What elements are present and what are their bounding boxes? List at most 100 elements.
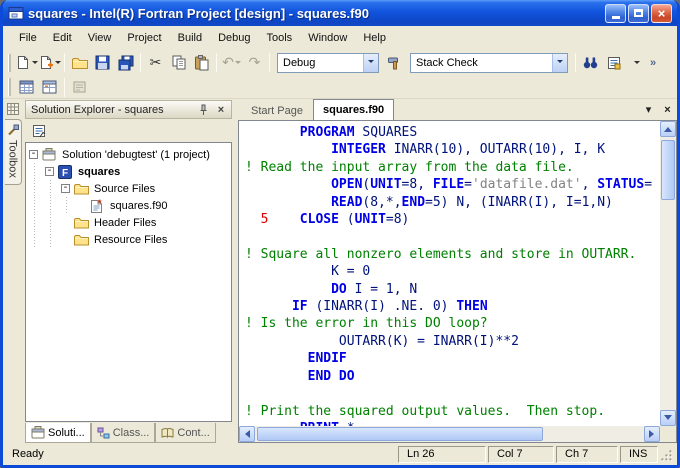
panel-close-button[interactable]: × bbox=[213, 102, 229, 117]
toolbar-options-button[interactable] bbox=[625, 53, 648, 72]
tree-item-label: Resource Files bbox=[92, 234, 169, 246]
code-line: ! Read the input array from the data fil… bbox=[245, 159, 660, 176]
menu-window[interactable]: Window bbox=[300, 29, 355, 47]
scroll-down-icon[interactable] bbox=[660, 410, 676, 426]
combo-dropdown-button[interactable] bbox=[363, 54, 378, 72]
configuration-button[interactable] bbox=[383, 52, 406, 74]
copy-button[interactable] bbox=[167, 52, 190, 74]
scroll-right-icon[interactable] bbox=[644, 426, 660, 442]
close-button[interactable]: × bbox=[651, 4, 672, 23]
code-line bbox=[245, 385, 660, 402]
copy-icon bbox=[171, 55, 187, 70]
vertical-scroll-thumb[interactable] bbox=[661, 140, 675, 200]
solution-explorer-panel: Solution Explorer - squares × -Solution … bbox=[23, 99, 234, 443]
configuration-icon bbox=[387, 55, 403, 70]
tree-item-squares-f90[interactable]: *squares.f90 bbox=[26, 197, 231, 214]
tab-list-button[interactable]: ▾ bbox=[641, 102, 656, 117]
properties-window-button[interactable] bbox=[602, 52, 625, 74]
dropdown-icon bbox=[32, 61, 38, 67]
resize-grip[interactable] bbox=[660, 446, 674, 462]
menu-project[interactable]: Project bbox=[119, 29, 169, 47]
panel-tab-soluti[interactable]: Soluti... bbox=[25, 423, 91, 443]
tab-start-page[interactable]: Start Page bbox=[241, 101, 313, 120]
toolbar-overflow-button[interactable]: » bbox=[648, 57, 658, 69]
dropdown-icon bbox=[55, 61, 61, 67]
folder-icon bbox=[74, 217, 92, 229]
solution-config-value: Debug bbox=[278, 57, 363, 69]
save-icon bbox=[95, 55, 110, 70]
undo-button[interactable]: ↶ bbox=[220, 52, 243, 74]
solution-explorer-tabs: Soluti... Class...Cont... bbox=[25, 422, 232, 443]
disabled-tool-button[interactable] bbox=[68, 76, 91, 98]
code-area[interactable]: PROGRAM SQUARES INTEGER INARR(10), OUTAR… bbox=[239, 121, 660, 426]
expander-icon[interactable]: - bbox=[29, 150, 38, 159]
find-icon bbox=[583, 56, 598, 69]
menu-build[interactable]: Build bbox=[170, 29, 210, 47]
tree-item-label: squares.f90 bbox=[108, 200, 169, 212]
menu-file[interactable]: File bbox=[11, 29, 45, 47]
cut-button[interactable]: ✂ bbox=[144, 52, 167, 74]
open-file-button[interactable] bbox=[68, 52, 91, 74]
code-line: OPEN(UNIT=8, FILE='datafile.dat', STATUS… bbox=[245, 176, 660, 193]
redo-button[interactable]: ↷ bbox=[243, 52, 266, 74]
titlebar[interactable]: squares - Intel(R) Fortran Project [desi… bbox=[3, 0, 677, 26]
scroll-left-icon[interactable] bbox=[239, 426, 255, 442]
tree-item-header-files[interactable]: Header Files bbox=[26, 214, 231, 231]
solution-config-combo[interactable]: Debug bbox=[277, 53, 379, 73]
fortran-file-icon: * bbox=[90, 199, 108, 213]
status-message: Ready bbox=[12, 448, 396, 460]
code-editor[interactable]: PROGRAM SQUARES INTEGER INARR(10), OUTAR… bbox=[238, 120, 677, 443]
find-button[interactable] bbox=[579, 52, 602, 74]
window-title: squares - Intel(R) Fortran Project [desi… bbox=[28, 6, 601, 21]
menu-debug[interactable]: Debug bbox=[210, 29, 258, 47]
tree-item-source-files[interactable]: -Source Files bbox=[26, 180, 231, 197]
open-folder-icon bbox=[72, 56, 88, 70]
panel-tab-cont[interactable]: Cont... bbox=[155, 423, 215, 443]
save-button[interactable] bbox=[91, 52, 114, 74]
code-line: ! Print the squared output values. Then … bbox=[245, 403, 660, 420]
add-item-button[interactable] bbox=[38, 52, 61, 74]
properties-button[interactable] bbox=[27, 121, 50, 140]
tab-squares-f90[interactable]: squares.f90 bbox=[313, 99, 394, 120]
expander-icon[interactable]: - bbox=[45, 167, 54, 176]
horizontal-scrollbar[interactable] bbox=[239, 426, 660, 442]
menu-edit[interactable]: Edit bbox=[45, 29, 80, 47]
code-line: DO I = 1, N bbox=[245, 281, 660, 298]
code-line: ! Is the error in this DO loop? bbox=[245, 315, 660, 332]
folder-icon bbox=[74, 183, 92, 195]
pin-button[interactable] bbox=[195, 102, 211, 117]
paste-button[interactable] bbox=[190, 52, 213, 74]
menu-help[interactable]: Help bbox=[355, 29, 394, 47]
stack-check-combo[interactable]: Stack Check bbox=[410, 53, 568, 73]
expander-icon[interactable]: - bbox=[61, 184, 70, 193]
toolbox-tab[interactable]: Toolbox bbox=[5, 119, 22, 185]
combo-dropdown-button[interactable] bbox=[552, 54, 567, 72]
save-all-button[interactable] bbox=[114, 52, 137, 74]
new-project-button[interactable] bbox=[15, 52, 38, 74]
document-close-button[interactable]: × bbox=[660, 102, 675, 117]
menu-tools[interactable]: Tools bbox=[259, 29, 301, 47]
tree-item-solution-debugtest-1-project[interactable]: -Solution 'debugtest' (1 project) bbox=[26, 146, 231, 163]
tree-item-resource-files[interactable]: Resource Files bbox=[26, 231, 231, 248]
new-file-icon bbox=[16, 55, 31, 70]
scroll-up-icon[interactable] bbox=[660, 121, 676, 137]
app-icon bbox=[8, 5, 24, 21]
toolbar-grip[interactable] bbox=[8, 54, 11, 72]
menu-view[interactable]: View bbox=[80, 29, 120, 47]
code-line: K = 0 bbox=[245, 263, 660, 280]
toolbar-grip[interactable] bbox=[8, 78, 11, 96]
panel-tab-label: Soluti... bbox=[48, 427, 85, 439]
menubar: FileEditViewProjectBuildDebugToolsWindow… bbox=[3, 26, 677, 49]
paste-icon bbox=[194, 55, 209, 71]
panel-tab-class[interactable]: Class... bbox=[91, 423, 156, 443]
vertical-scrollbar[interactable] bbox=[660, 121, 676, 426]
grid-view-button[interactable] bbox=[15, 76, 38, 98]
code-line: INTEGER INARR(10), OUTARR(10), I, K bbox=[245, 141, 660, 158]
maximize-button[interactable] bbox=[628, 4, 649, 23]
minimize-button[interactable] bbox=[605, 4, 626, 23]
schedule-view-button[interactable] bbox=[38, 76, 61, 98]
horizontal-scroll-thumb[interactable] bbox=[257, 427, 543, 441]
tree-item-squares[interactable]: -Fsquares bbox=[26, 163, 231, 180]
status-column: Col 7 bbox=[488, 446, 554, 463]
tree-item-label: Header Files bbox=[92, 217, 158, 229]
